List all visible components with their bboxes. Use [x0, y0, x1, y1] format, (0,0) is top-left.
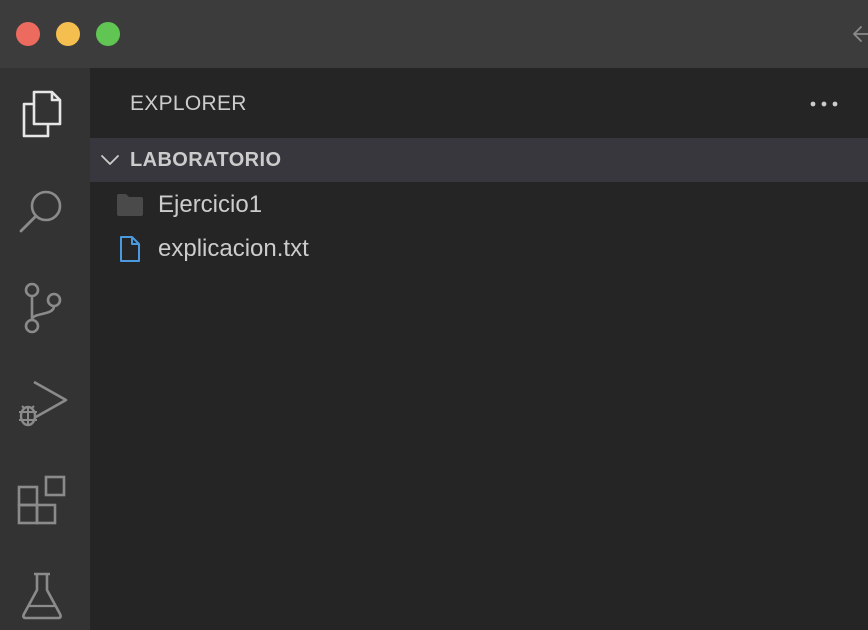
close-window-button[interactable] [16, 22, 40, 46]
activity-testing[interactable] [16, 570, 68, 622]
arrow-left-icon [853, 26, 868, 42]
ellipsis-icon [810, 101, 838, 107]
tree-item-folder[interactable]: Ejercicio1 [90, 182, 868, 226]
vscode-window: EXPLORER LABORATORIO Ejercicio1 explicac… [0, 0, 868, 630]
sidebar-header: EXPLORER [90, 68, 868, 138]
more-actions-button[interactable] [808, 90, 840, 118]
workspace-section-header[interactable]: LABORATORIO [90, 138, 868, 182]
chevron-down-icon [101, 155, 119, 165]
activity-bar [0, 68, 90, 630]
explorer-sidebar: EXPLORER LABORATORIO Ejercicio1 explicac… [90, 68, 868, 630]
activity-search[interactable] [16, 184, 68, 236]
tree-item-file[interactable]: explicacion.txt [90, 226, 868, 270]
run-debug-icon [19, 380, 68, 427]
minimize-window-button[interactable] [56, 22, 80, 46]
activity-run-debug[interactable] [16, 378, 68, 430]
sidebar-title: EXPLORER [130, 92, 247, 115]
file-icon [120, 236, 140, 262]
tree-item-label: explicacion.txt [158, 235, 309, 262]
go-back-button[interactable] [850, 22, 868, 46]
folder-icon [117, 194, 143, 216]
activity-extensions[interactable] [16, 474, 68, 526]
files-icon [22, 90, 62, 138]
source-control-icon [24, 282, 62, 334]
extensions-icon [17, 475, 66, 525]
tree-item-label: Ejercicio1 [158, 191, 263, 218]
title-bar [0, 0, 868, 68]
workspace-section-title: LABORATORIO [130, 149, 282, 171]
testing-flask-icon [22, 572, 62, 620]
activity-source-control[interactable] [16, 282, 68, 334]
search-icon [19, 190, 62, 233]
activity-explorer[interactable] [16, 88, 68, 140]
maximize-window-button[interactable] [96, 22, 120, 46]
